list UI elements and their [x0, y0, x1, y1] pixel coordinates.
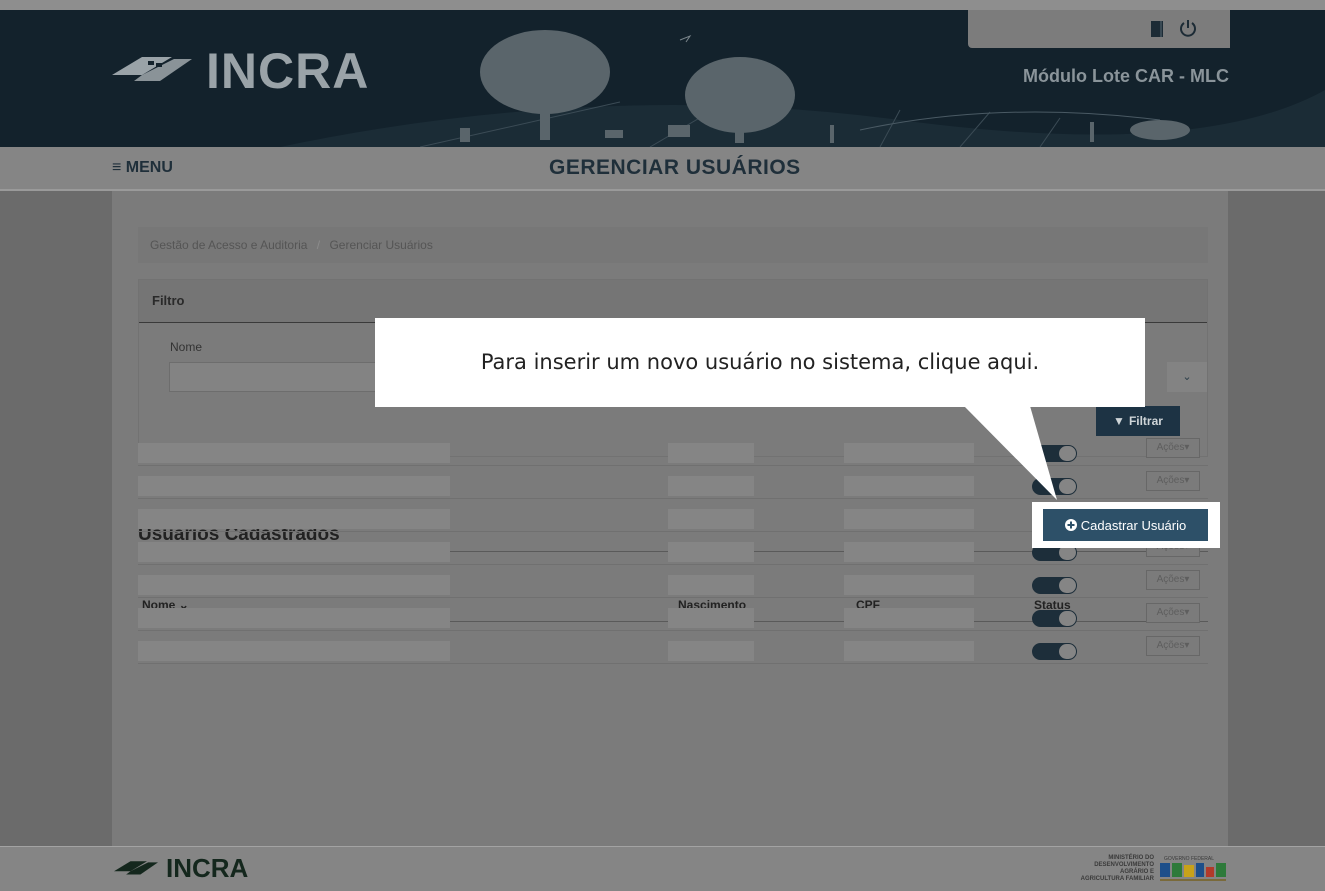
funnel-icon: ▼ [1113, 414, 1125, 428]
name-cell [138, 476, 450, 496]
sub-navigation: ≡ MENU GERENCIAR USUÁRIOS [0, 147, 1325, 191]
plus-circle-icon [1064, 519, 1077, 531]
footer-logo-text: INCRA [166, 853, 249, 883]
name-cell [138, 641, 450, 661]
footer-incra-logo: INCRA [114, 853, 248, 884]
cpf-cell [844, 608, 974, 628]
cpf-cell [844, 575, 974, 595]
cpf-cell [844, 443, 974, 463]
cpf-cell [844, 641, 974, 661]
register-user-button[interactable]: Cadastrar Usuário [1043, 509, 1208, 541]
status-toggle[interactable] [1032, 577, 1077, 594]
actions-dropdown-button[interactable]: Ações▾ [1146, 603, 1200, 623]
top-strip [0, 0, 1325, 10]
table-row: Ações▾ [138, 630, 1208, 664]
name-cell [138, 542, 450, 562]
chevron-down-icon[interactable]: ⌄ [1167, 362, 1207, 392]
breadcrumb: Gestão de Acesso e Auditoria / Gerenciar… [138, 227, 1208, 263]
status-toggle[interactable] [1032, 610, 1077, 627]
name-field-label: Nome [170, 340, 203, 354]
breadcrumb-item-access-audit[interactable]: Gestão de Acesso e Auditoria [150, 238, 307, 252]
birthdate-cell [668, 575, 754, 595]
name-cell [138, 443, 450, 463]
name-cell [138, 575, 450, 595]
gov-label: GOVERNO FEDERAL [1164, 856, 1214, 862]
module-title: Módulo Lote CAR - MLC [1023, 66, 1229, 86]
hamburger-icon: ≡ [112, 159, 122, 176]
menu-label: MENU [125, 159, 173, 176]
user-bar [968, 10, 1230, 48]
status-toggle[interactable] [1032, 445, 1077, 462]
table-row: Ações▾ [138, 597, 1208, 631]
breadcrumb-item-manage-users: Gerenciar Usuários [329, 238, 433, 252]
birthdate-cell [668, 509, 754, 529]
cpf-cell [844, 476, 974, 496]
book-icon[interactable] [1150, 20, 1164, 38]
power-icon[interactable] [1178, 18, 1198, 38]
birthdate-cell [668, 443, 754, 463]
breadcrumb-separator: / [316, 238, 321, 252]
brasil-logo: GOVERNO FEDERAL [1160, 856, 1226, 881]
page-title: GERENCIAR USUÁRIOS [549, 156, 801, 179]
birthdate-cell [668, 542, 754, 562]
ministry-label: MINISTÉRIO DO DESENVOLVIMENTO AGRÁRIO E … [1080, 855, 1154, 882]
cpf-cell [844, 509, 974, 529]
name-cell [138, 608, 450, 628]
menu-button[interactable]: ≡ MENU [112, 159, 173, 177]
table-row: Ações▾ [138, 465, 1208, 499]
actions-dropdown-button[interactable]: Ações▾ [1146, 570, 1200, 590]
tooltip-text: Para inserir um novo usuário no sistema,… [480, 350, 1040, 374]
filter-title: Filtro [139, 280, 1207, 323]
cpf-cell [844, 542, 974, 562]
status-toggle[interactable] [1032, 478, 1077, 495]
table-row: Ações▾ [138, 564, 1208, 598]
footer: INCRA MINISTÉRIO DO DESENVOLVIMENTO AGRÁ… [0, 846, 1325, 891]
actions-dropdown-button[interactable]: Ações▾ [1146, 636, 1200, 656]
status-toggle[interactable] [1032, 643, 1077, 660]
name-cell [138, 509, 450, 529]
filter-button-label: Filtrar [1128, 414, 1163, 428]
birthdate-cell [668, 641, 754, 661]
incra-logo-icon [114, 860, 158, 874]
birthdate-cell [668, 608, 754, 628]
actions-dropdown-button[interactable]: Ações▾ [1146, 471, 1200, 491]
onboarding-tooltip: Para inserir um novo usuário no sistema,… [375, 318, 1145, 407]
table-row: Ações▾ [138, 432, 1208, 466]
birthdate-cell [668, 476, 754, 496]
register-user-label: Cadastrar Usuário [1080, 517, 1187, 533]
app-header: INCRA Módulo Lote CAR - MLC [0, 10, 1325, 147]
actions-dropdown-button[interactable]: Ações▾ [1146, 438, 1200, 458]
